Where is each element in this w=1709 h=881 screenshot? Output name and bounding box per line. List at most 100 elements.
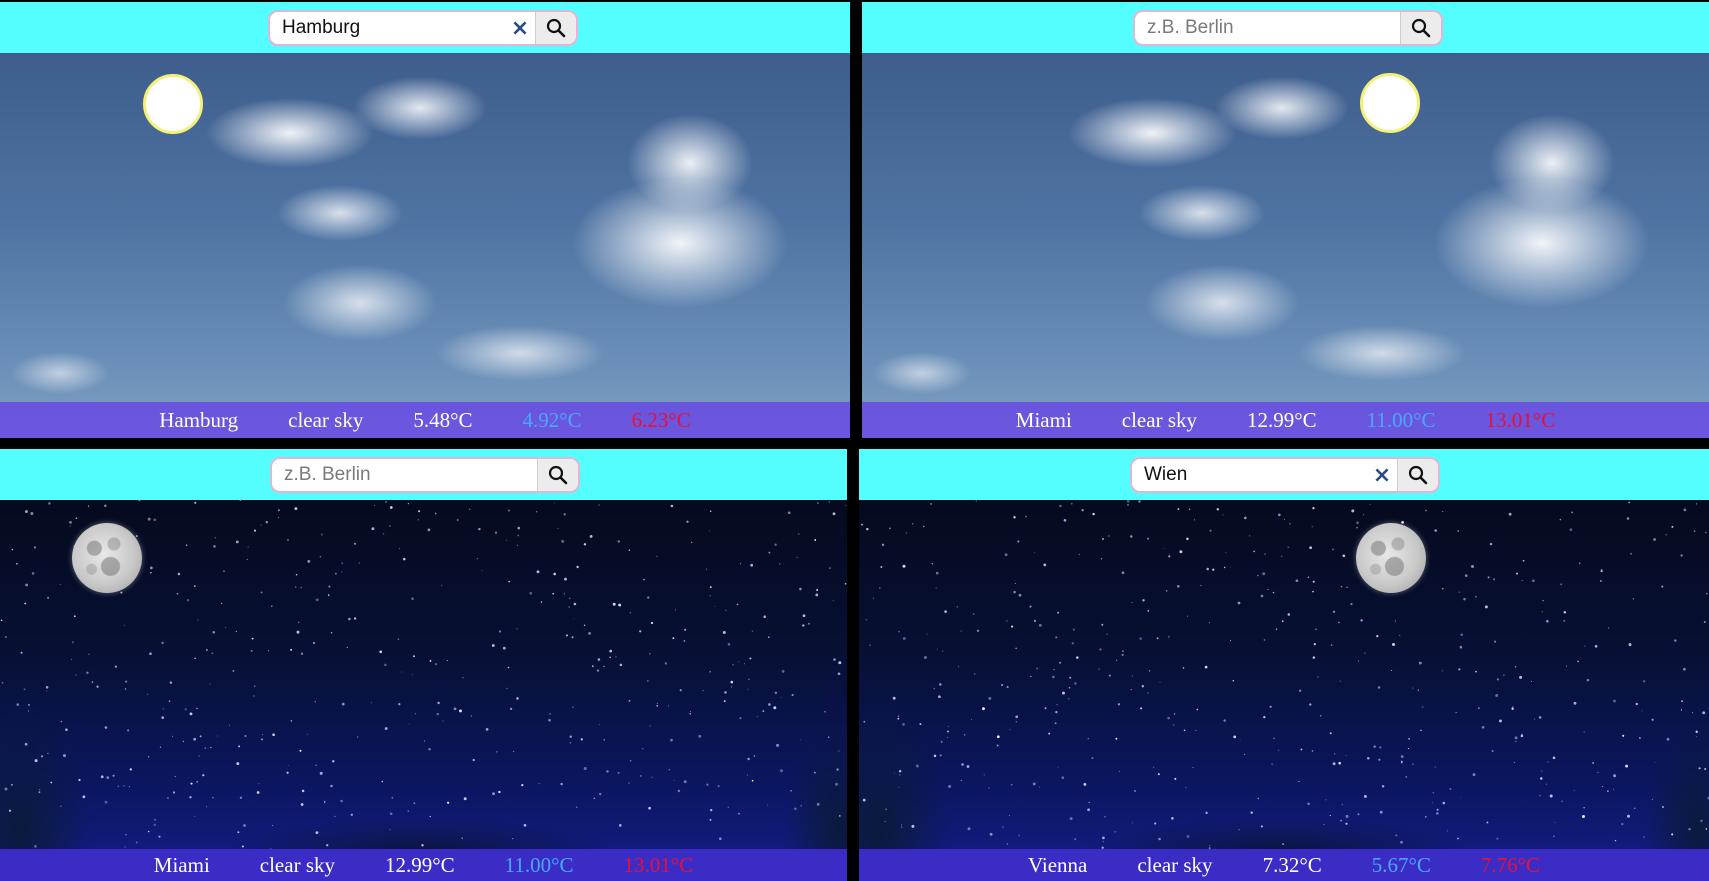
star	[573, 618, 575, 620]
star	[564, 577, 567, 581]
star	[1538, 716, 1542, 719]
star	[125, 834, 127, 836]
star	[189, 796, 192, 799]
star	[453, 707, 457, 711]
star	[1043, 563, 1047, 567]
star	[1127, 504, 1129, 506]
star	[898, 630, 900, 633]
star	[647, 596, 650, 599]
star	[911, 824, 915, 828]
clear-icon[interactable]: ×	[1367, 459, 1397, 491]
star	[768, 703, 771, 706]
star	[1101, 623, 1104, 626]
search-input[interactable]	[272, 459, 537, 491]
star	[1643, 836, 1645, 838]
star	[1174, 777, 1177, 780]
star	[1381, 785, 1385, 788]
star	[428, 748, 431, 751]
star	[1514, 736, 1518, 740]
star	[1186, 615, 1188, 617]
star	[1048, 732, 1051, 735]
star	[442, 720, 444, 722]
star	[668, 769, 670, 771]
star	[899, 774, 901, 776]
star	[872, 597, 875, 600]
star	[1703, 620, 1706, 624]
star	[1634, 807, 1636, 809]
search-button[interactable]	[535, 12, 576, 44]
star	[776, 743, 780, 747]
star	[1401, 521, 1404, 524]
star	[417, 519, 420, 521]
clear-icon[interactable]: ×	[505, 12, 535, 44]
star	[470, 715, 472, 717]
star	[1457, 530, 1460, 532]
star	[408, 723, 410, 725]
sky-background	[862, 53, 1709, 438]
star	[898, 769, 902, 773]
search-input[interactable]	[1132, 459, 1367, 491]
star	[730, 686, 733, 688]
star	[1147, 610, 1150, 612]
star	[1665, 534, 1667, 536]
star	[45, 686, 49, 689]
star	[931, 563, 933, 565]
search-bar-area	[862, 2, 1709, 53]
star	[880, 566, 883, 568]
star	[1542, 600, 1544, 602]
star	[746, 774, 748, 776]
star	[1569, 528, 1573, 532]
star	[540, 601, 543, 603]
star	[413, 802, 416, 805]
star	[648, 806, 651, 810]
star	[24, 742, 28, 746]
star	[836, 768, 839, 771]
star	[996, 735, 1000, 739]
star	[1434, 529, 1438, 532]
search-input[interactable]	[270, 12, 505, 44]
search-button[interactable]	[1400, 12, 1441, 44]
star	[942, 650, 944, 652]
star	[1013, 516, 1016, 519]
star	[1156, 637, 1159, 640]
star	[816, 589, 819, 591]
star	[150, 572, 152, 574]
star	[1442, 801, 1446, 805]
star	[1683, 667, 1686, 671]
star	[1560, 583, 1563, 586]
star	[583, 624, 586, 626]
star	[536, 511, 538, 513]
search-button[interactable]	[537, 459, 578, 491]
star	[762, 710, 765, 713]
star	[1029, 605, 1032, 608]
star	[536, 570, 540, 574]
star	[78, 778, 81, 782]
star	[1412, 687, 1414, 689]
star	[1379, 746, 1382, 749]
star	[502, 646, 506, 650]
star	[568, 606, 570, 608]
search-button[interactable]	[1397, 459, 1438, 491]
star	[1243, 516, 1247, 520]
star	[1006, 843, 1009, 845]
star	[124, 680, 128, 683]
star	[340, 799, 343, 803]
star	[1209, 845, 1211, 847]
star	[306, 733, 308, 735]
star	[1263, 639, 1266, 641]
star	[596, 669, 600, 672]
star	[1597, 771, 1599, 773]
search-input[interactable]	[1135, 12, 1400, 44]
star	[441, 584, 443, 586]
star	[1584, 645, 1586, 647]
star	[324, 800, 326, 802]
star	[1006, 620, 1008, 622]
star	[972, 613, 975, 615]
star	[8, 809, 12, 812]
star	[1442, 510, 1444, 513]
star	[975, 500, 977, 502]
star	[186, 599, 190, 602]
star	[214, 537, 216, 539]
star	[1311, 750, 1314, 752]
star	[1356, 527, 1358, 529]
